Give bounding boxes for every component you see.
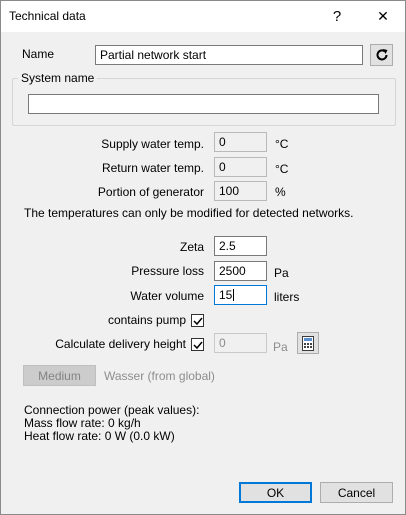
name-label: Name xyxy=(22,47,55,61)
pressure-loss-unit: Pa xyxy=(274,266,289,280)
heat-flow-text: Heat flow rate: 0 W (0.0 kW) xyxy=(24,429,175,443)
medium-button[interactable]: Medium xyxy=(23,365,96,386)
water-volume-value: 15 xyxy=(219,288,233,302)
supply-temp-unit: °C xyxy=(275,137,289,151)
delivery-height-checkbox[interactable] xyxy=(191,338,204,351)
cancel-button[interactable]: Cancel xyxy=(320,482,393,503)
mass-flow-text: Mass flow rate: 0 kg/h xyxy=(24,416,141,430)
refresh-button[interactable] xyxy=(370,44,393,66)
water-volume-label: Water volume xyxy=(130,289,204,303)
return-temp-unit: °C xyxy=(275,162,289,176)
text-caret xyxy=(233,289,235,301)
portion-label: Portion of generator xyxy=(97,185,204,199)
return-temp-field: 0 xyxy=(214,157,267,177)
calculator-button[interactable] xyxy=(297,332,319,354)
zeta-input[interactable]: 2.5 xyxy=(214,236,267,256)
system-name-label: System name xyxy=(18,71,98,85)
water-volume-input[interactable]: 15 xyxy=(214,285,267,305)
contains-pump-checkbox[interactable] xyxy=(191,314,204,327)
water-volume-unit: liters xyxy=(274,290,300,304)
refresh-icon xyxy=(376,49,387,61)
pressure-loss-label: Pressure loss xyxy=(131,264,204,278)
return-temp-label: Return water temp. xyxy=(101,161,204,175)
title-bar: Technical data ? ✕ xyxy=(1,1,405,32)
name-input[interactable]: Partial network start xyxy=(95,45,363,65)
checkmark-icon xyxy=(193,317,203,326)
delivery-height-label: Calculate delivery height xyxy=(55,337,186,351)
close-icon: ✕ xyxy=(377,8,389,24)
pressure-loss-input[interactable]: 2500 xyxy=(214,261,267,281)
delivery-height-unit: Pa xyxy=(273,340,288,354)
portion-field: 100 xyxy=(214,181,267,201)
help-icon: ? xyxy=(332,8,342,25)
close-button[interactable]: ✕ xyxy=(363,1,403,32)
technical-data-dialog: Technical data ? ✕ Name Partial network … xyxy=(0,0,406,515)
info-text: The temperatures can only be modified fo… xyxy=(24,206,354,220)
medium-value: Wasser (from global) xyxy=(104,369,215,383)
calculator-icon xyxy=(302,335,314,351)
supply-temp-label: Supply water temp. xyxy=(101,137,204,151)
ok-button[interactable]: OK xyxy=(239,482,312,503)
supply-temp-field: 0 xyxy=(214,132,267,152)
connection-heading: Connection power (peak values): xyxy=(24,403,200,417)
zeta-label: Zeta xyxy=(179,240,204,254)
contains-pump-label: contains pump xyxy=(107,313,186,327)
system-name-input[interactable] xyxy=(28,94,379,114)
checkmark-icon xyxy=(193,341,203,350)
portion-unit: % xyxy=(275,185,286,199)
delivery-height-field: 0 xyxy=(214,333,267,353)
help-button[interactable]: ? xyxy=(317,1,357,32)
window-title: Technical data xyxy=(9,9,86,23)
